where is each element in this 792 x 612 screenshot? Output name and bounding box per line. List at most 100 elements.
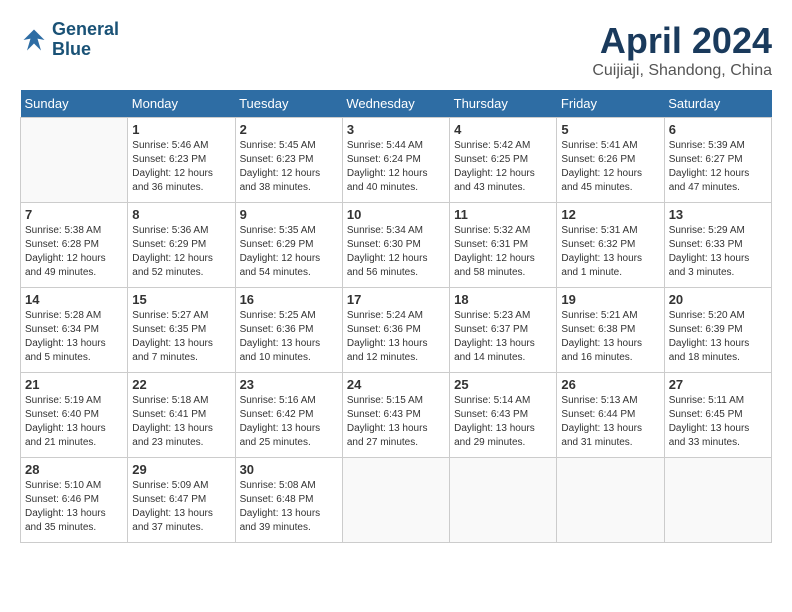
day-info: Sunrise: 5:36 AM Sunset: 6:29 PM Dayligh… [132, 224, 230, 280]
logo: General Blue [20, 20, 119, 60]
day-cell: 26 Sunrise: 5:13 AM Sunset: 6:44 PM Dayli… [557, 373, 664, 458]
day-info: Sunrise: 5:45 AM Sunset: 6:23 PM Dayligh… [240, 139, 338, 195]
day-info: Sunrise: 5:09 AM Sunset: 6:47 PM Dayligh… [132, 479, 230, 535]
day-info: Sunrise: 5:35 AM Sunset: 6:29 PM Dayligh… [240, 224, 338, 280]
day-info: Sunrise: 5:29 AM Sunset: 6:33 PM Dayligh… [669, 224, 767, 280]
day-number: 2 [240, 122, 338, 137]
day-info: Sunrise: 5:32 AM Sunset: 6:31 PM Dayligh… [454, 224, 552, 280]
day-info: Sunrise: 5:18 AM Sunset: 6:41 PM Dayligh… [132, 394, 230, 450]
day-info: Sunrise: 5:44 AM Sunset: 6:24 PM Dayligh… [347, 139, 445, 195]
day-cell [342, 458, 449, 543]
day-cell: 23 Sunrise: 5:16 AM Sunset: 6:42 PM Dayli… [235, 373, 342, 458]
logo-general: General [52, 19, 119, 39]
week-row-1: 1 Sunrise: 5:46 AM Sunset: 6:23 PM Daylig… [21, 118, 772, 203]
logo-icon [20, 26, 48, 54]
day-info: Sunrise: 5:46 AM Sunset: 6:23 PM Dayligh… [132, 139, 230, 195]
day-number: 3 [347, 122, 445, 137]
day-info: Sunrise: 5:34 AM Sunset: 6:30 PM Dayligh… [347, 224, 445, 280]
day-number: 15 [132, 292, 230, 307]
day-number: 19 [561, 292, 659, 307]
day-cell: 13 Sunrise: 5:29 AM Sunset: 6:33 PM Dayli… [664, 203, 771, 288]
day-number: 26 [561, 377, 659, 392]
day-info: Sunrise: 5:11 AM Sunset: 6:45 PM Dayligh… [669, 394, 767, 450]
day-cell [450, 458, 557, 543]
day-cell: 2 Sunrise: 5:45 AM Sunset: 6:23 PM Daylig… [235, 118, 342, 203]
day-cell: 30Sunrise: 5:08 AM Sunset: 6:48 PM Dayli… [235, 458, 342, 543]
day-info: Sunrise: 5:41 AM Sunset: 6:26 PM Dayligh… [561, 139, 659, 195]
day-cell: 1 Sunrise: 5:46 AM Sunset: 6:23 PM Daylig… [128, 118, 235, 203]
day-cell: 6Sunrise: 5:39 AM Sunset: 6:27 PM Daylig… [664, 118, 771, 203]
weekday-header-sunday: Sunday [21, 90, 128, 118]
day-number: 23 [240, 377, 338, 392]
day-info: Sunrise: 5:21 AM Sunset: 6:38 PM Dayligh… [561, 309, 659, 365]
day-info: Sunrise: 5:16 AM Sunset: 6:42 PM Dayligh… [240, 394, 338, 450]
day-number: 9 [240, 207, 338, 222]
day-number: 5 [561, 122, 659, 137]
weekday-header-saturday: Saturday [664, 90, 771, 118]
day-info: Sunrise: 5:39 AM Sunset: 6:27 PM Dayligh… [669, 139, 767, 195]
day-number: 7 [25, 207, 123, 222]
day-info: Sunrise: 5:19 AM Sunset: 6:40 PM Dayligh… [25, 394, 123, 450]
day-cell: 7 Sunrise: 5:38 AM Sunset: 6:28 PM Daylig… [21, 203, 128, 288]
day-number: 17 [347, 292, 445, 307]
day-cell: 8 Sunrise: 5:36 AM Sunset: 6:29 PM Daylig… [128, 203, 235, 288]
day-cell: 11 Sunrise: 5:32 AM Sunset: 6:31 PM Dayli… [450, 203, 557, 288]
day-number: 12 [561, 207, 659, 222]
day-info: Sunrise: 5:15 AM Sunset: 6:43 PM Dayligh… [347, 394, 445, 450]
day-number: 29 [132, 462, 230, 477]
day-cell: 17Sunrise: 5:24 AM Sunset: 6:36 PM Dayli… [342, 288, 449, 373]
month-title: April 2024 [592, 20, 772, 62]
day-info: Sunrise: 5:13 AM Sunset: 6:44 PM Dayligh… [561, 394, 659, 450]
day-cell: 18 Sunrise: 5:23 AM Sunset: 6:37 PM Dayli… [450, 288, 557, 373]
day-cell: 9 Sunrise: 5:35 AM Sunset: 6:29 PM Daylig… [235, 203, 342, 288]
day-number: 22 [132, 377, 230, 392]
day-number: 14 [25, 292, 123, 307]
day-cell: 27 Sunrise: 5:11 AM Sunset: 6:45 PM Dayli… [664, 373, 771, 458]
day-cell [664, 458, 771, 543]
day-cell: 19 Sunrise: 5:21 AM Sunset: 6:38 PM Dayli… [557, 288, 664, 373]
day-info: Sunrise: 5:42 AM Sunset: 6:25 PM Dayligh… [454, 139, 552, 195]
calendar-body: 1 Sunrise: 5:46 AM Sunset: 6:23 PM Daylig… [21, 118, 772, 543]
logo-blue: Blue [52, 39, 91, 59]
day-number: 4 [454, 122, 552, 137]
day-number: 27 [669, 377, 767, 392]
day-number: 16 [240, 292, 338, 307]
weekday-header-thursday: Thursday [450, 90, 557, 118]
weekday-row: SundayMondayTuesdayWednesdayThursdayFrid… [21, 90, 772, 118]
day-cell: 15 Sunrise: 5:27 AM Sunset: 6:35 PM Dayli… [128, 288, 235, 373]
day-cell: 4 Sunrise: 5:42 AM Sunset: 6:25 PM Daylig… [450, 118, 557, 203]
day-number: 25 [454, 377, 552, 392]
day-cell: 16Sunrise: 5:25 AM Sunset: 6:36 PM Dayli… [235, 288, 342, 373]
day-cell: 22 Sunrise: 5:18 AM Sunset: 6:41 PM Dayli… [128, 373, 235, 458]
page-header: General Blue April 2024 Cuijiaji, Shando… [20, 20, 772, 80]
week-row-2: 7 Sunrise: 5:38 AM Sunset: 6:28 PM Daylig… [21, 203, 772, 288]
location-subtitle: Cuijiaji, Shandong, China [592, 62, 772, 80]
day-cell: 24 Sunrise: 5:15 AM Sunset: 6:43 PM Dayli… [342, 373, 449, 458]
day-number: 8 [132, 207, 230, 222]
day-cell: 25 Sunrise: 5:14 AM Sunset: 6:43 PM Dayli… [450, 373, 557, 458]
day-number: 21 [25, 377, 123, 392]
day-info: Sunrise: 5:10 AM Sunset: 6:46 PM Dayligh… [25, 479, 123, 535]
day-info: Sunrise: 5:38 AM Sunset: 6:28 PM Dayligh… [25, 224, 123, 280]
calendar-header: SundayMondayTuesdayWednesdayThursdayFrid… [21, 90, 772, 118]
day-info: Sunrise: 5:14 AM Sunset: 6:43 PM Dayligh… [454, 394, 552, 450]
day-number: 28 [25, 462, 123, 477]
day-info: Sunrise: 5:23 AM Sunset: 6:37 PM Dayligh… [454, 309, 552, 365]
day-info: Sunrise: 5:27 AM Sunset: 6:35 PM Dayligh… [132, 309, 230, 365]
week-row-3: 14 Sunrise: 5:28 AM Sunset: 6:34 PM Dayli… [21, 288, 772, 373]
day-cell: 29 Sunrise: 5:09 AM Sunset: 6:47 PM Dayli… [128, 458, 235, 543]
day-cell: 3 Sunrise: 5:44 AM Sunset: 6:24 PM Daylig… [342, 118, 449, 203]
weekday-header-friday: Friday [557, 90, 664, 118]
week-row-5: 28 Sunrise: 5:10 AM Sunset: 6:46 PM Dayli… [21, 458, 772, 543]
day-info: Sunrise: 5:28 AM Sunset: 6:34 PM Dayligh… [25, 309, 123, 365]
day-info: Sunrise: 5:31 AM Sunset: 6:32 PM Dayligh… [561, 224, 659, 280]
day-cell: 20Sunrise: 5:20 AM Sunset: 6:39 PM Dayli… [664, 288, 771, 373]
day-number: 18 [454, 292, 552, 307]
day-number: 1 [132, 122, 230, 137]
day-number: 24 [347, 377, 445, 392]
day-number: 11 [454, 207, 552, 222]
day-cell: 12 Sunrise: 5:31 AM Sunset: 6:32 PM Dayli… [557, 203, 664, 288]
day-number: 13 [669, 207, 767, 222]
day-cell [557, 458, 664, 543]
week-row-4: 21 Sunrise: 5:19 AM Sunset: 6:40 PM Dayli… [21, 373, 772, 458]
